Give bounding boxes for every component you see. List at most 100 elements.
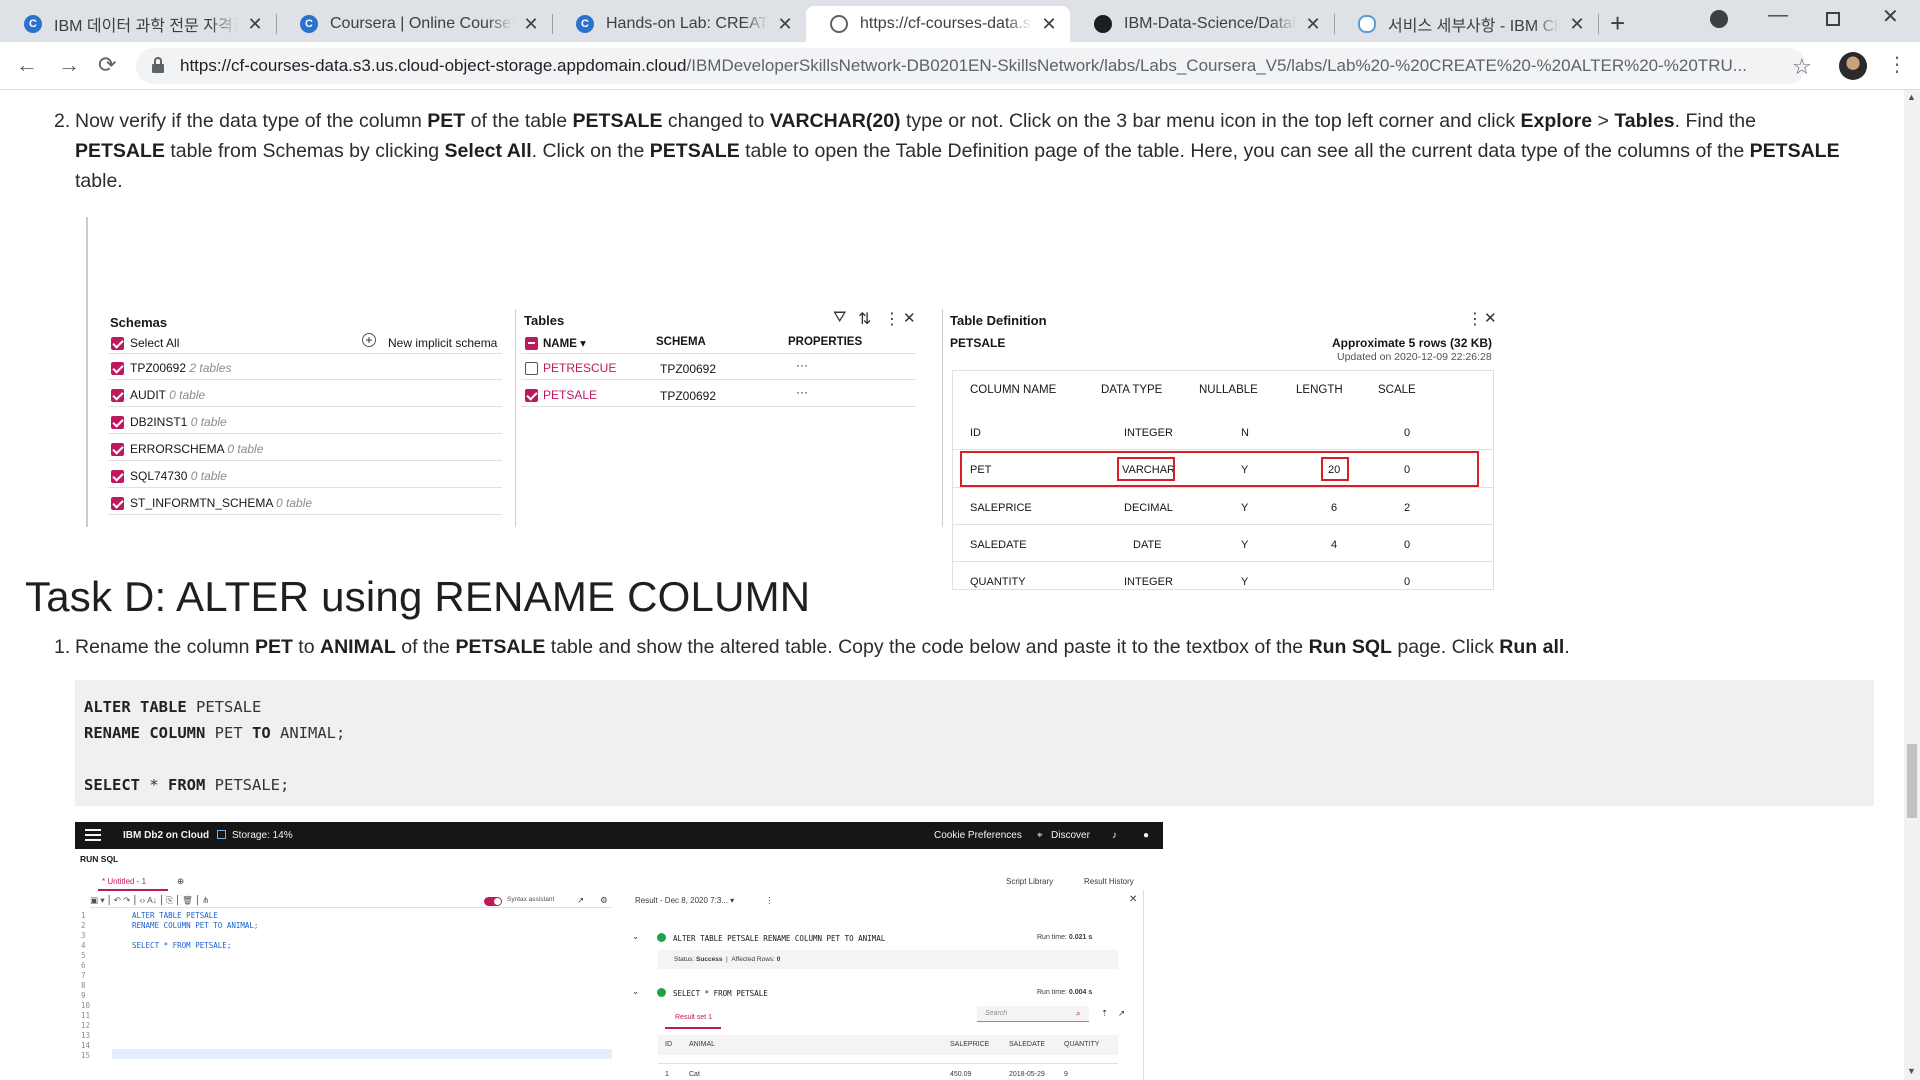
schema-checkbox[interactable] — [111, 443, 124, 456]
add-tab-icon[interactable]: ⊕ — [177, 876, 184, 887]
list-number: 2. — [54, 110, 71, 132]
close-icon[interactable]: ✕ — [903, 309, 916, 327]
new-tab-icon[interactable]: + — [1610, 8, 1625, 39]
schema-checkbox[interactable] — [111, 362, 124, 375]
close-icon[interactable]: ✕ — [1568, 14, 1586, 35]
chevron-down-icon[interactable]: ⌄ — [632, 986, 639, 997]
export-icon[interactable]: ⇡ — [1101, 1008, 1108, 1019]
reload-icon[interactable]: ⟳ — [98, 52, 116, 78]
success-icon — [657, 988, 666, 997]
scrollbar-thumb[interactable] — [1907, 744, 1917, 818]
window-close-icon[interactable]: ✕ — [1882, 4, 1899, 29]
schema-item[interactable]: SQL74730 0 table — [130, 469, 227, 483]
search-icon[interactable]: ⌕ — [1076, 1008, 1081, 1019]
schema-item[interactable]: ERRORSCHEMA 0 table — [130, 442, 263, 456]
close-icon[interactable]: ✕ — [1304, 14, 1322, 35]
col-header-name[interactable]: NAME ▾ — [543, 336, 586, 350]
tables-select-all-checkbox[interactable] — [525, 337, 538, 350]
sort-icon[interactable]: ⇅ — [858, 309, 871, 329]
discover-link[interactable]: Discover — [1051, 830, 1090, 841]
browser-menu-icon[interactable]: ⋮ — [1887, 52, 1907, 77]
schema-item[interactable]: DB2INST1 0 table — [130, 415, 227, 429]
table-link-petrescue[interactable]: PETRESCUE — [543, 361, 616, 375]
minimize-icon[interactable]: — — [1768, 4, 1788, 27]
close-results-icon[interactable]: ✕ — [1129, 894, 1137, 905]
result-col-header: SALEDATE — [1009, 1041, 1046, 1048]
bell-icon[interactable]: ♪ — [1112, 830, 1117, 841]
row-overflow-menu[interactable]: ··· — [796, 358, 808, 372]
lock-icon[interactable] — [152, 57, 164, 73]
schema-item[interactable]: ST_INFORMTN_SCHEMA 0 table — [130, 496, 312, 510]
close-icon[interactable]: ✕ — [246, 14, 264, 35]
result-select[interactable]: Result - Dec 8, 2020 7:3... ▾ — [635, 896, 734, 905]
select-all-checkbox[interactable] — [111, 337, 124, 350]
bookmark-star-icon[interactable]: ☆ — [1792, 54, 1812, 80]
cookie-preferences-link[interactable]: Cookie Preferences — [934, 830, 1022, 841]
editor-tab[interactable]: * Untitled - 1 — [102, 877, 146, 886]
expand-icon[interactable]: ↗ — [1118, 1008, 1125, 1019]
schema-item[interactable]: TPZ00692 2 tables — [130, 361, 231, 375]
brand-name: IBM Db2 on Cloud — [123, 830, 210, 841]
cloud-icon — [1358, 15, 1376, 33]
storage-icon — [217, 830, 226, 839]
tdef-cell: SALEPRICE — [970, 502, 1032, 514]
overflow-menu-icon[interactable]: ⋮ — [884, 309, 900, 329]
avatar[interactable] — [1839, 52, 1867, 80]
back-icon[interactable]: ← — [16, 52, 38, 78]
tdef-cell: Y — [1241, 502, 1249, 514]
row-overflow-menu[interactable]: ··· — [796, 385, 808, 399]
browser-tab-1[interactable]: C IBM 데이터 과학 전문 자격증 ✕ — [0, 6, 276, 42]
schema-checkbox[interactable] — [111, 416, 124, 429]
browser-tab-2[interactable]: C Coursera | Online Courses & Credential… — [276, 6, 552, 42]
scroll-up-icon[interactable]: ▲ — [1907, 92, 1916, 102]
result-history-link[interactable]: Result History — [1084, 877, 1134, 886]
col-header-properties: PROPERTIES — [788, 336, 863, 348]
editor-toolbar[interactable]: ▣ ▾ ⎮ ↶ ↷ ⎮ ‹› A↓ ⎮ ⎘ ⎮ 🗑 ⎮ ⋔ — [90, 895, 209, 906]
forward-icon[interactable]: → — [58, 52, 80, 78]
overflow-menu-icon[interactable]: ⋮ — [1467, 309, 1483, 329]
page-content: 2. Now verify if the data type of the co… — [0, 90, 1904, 1080]
page-scrollbar[interactable]: ▲ ▼ — [1904, 90, 1920, 1080]
restore-icon[interactable] — [1826, 12, 1840, 26]
schema-checkbox[interactable] — [111, 389, 124, 402]
table-row-checkbox[interactable] — [525, 389, 538, 402]
syntax-assistant-toggle[interactable] — [484, 897, 502, 906]
step2-line-2: PETSALE table from Schemas by clicking S… — [75, 140, 1840, 162]
script-library-link[interactable]: Script Library — [1006, 877, 1053, 886]
add-icon[interactable]: + — [362, 333, 376, 347]
schema-checkbox[interactable] — [111, 497, 124, 510]
settings-icon[interactable]: ⚙ — [600, 895, 608, 906]
expand-icon[interactable]: ↗ — [577, 895, 584, 906]
browser-tab-6[interactable]: 서비스 세부사항 - IBM Cloud ✕ — [1334, 6, 1598, 42]
filter-icon[interactable]: ⛛ — [833, 309, 846, 327]
table-link-petsale[interactable]: PETSALE — [543, 388, 597, 402]
close-icon[interactable]: ✕ — [776, 14, 794, 35]
browser-tab-5[interactable]: IBM-Data-Science/Database ✕ — [1070, 6, 1334, 42]
tab-search-icon[interactable] — [1710, 10, 1728, 28]
close-icon[interactable]: ✕ — [1484, 309, 1497, 327]
schema-item[interactable]: AUDIT 0 table — [130, 388, 205, 402]
browser-tab-active[interactable]: https://cf-courses-data.s3.us ✕ — [806, 6, 1070, 42]
active-tab-underline — [98, 889, 168, 891]
github-icon — [1094, 15, 1112, 33]
scroll-down-icon[interactable]: ▼ — [1907, 1066, 1916, 1076]
tdef-cell: 0 — [1404, 576, 1411, 588]
tdef-cell: Y — [1241, 576, 1249, 588]
result-set-tab[interactable]: Result set 1 — [675, 1014, 712, 1021]
browser-tab-3[interactable]: C Hands-on Lab: CREATE, ALTER ✕ — [552, 6, 806, 42]
task-d-heading: Task D: ALTER using RENAME COLUMN — [25, 573, 811, 620]
table-row-checkbox[interactable] — [525, 362, 538, 375]
address-bar[interactable]: https://cf-courses-data.s3.us.cloud-obje… — [136, 48, 1806, 84]
hamburger-menu-icon[interactable] — [85, 829, 101, 841]
url-path: /IBMDeveloperSkillsNetwork-DB0201EN-Skil… — [686, 56, 1747, 75]
chevron-down-icon[interactable]: ⌄ — [632, 931, 639, 942]
tdef-cell: DATE — [1133, 539, 1162, 551]
close-icon[interactable]: ✕ — [522, 14, 540, 35]
user-icon[interactable]: ● — [1143, 830, 1149, 841]
close-icon[interactable]: ✕ — [1040, 14, 1058, 35]
schema-checkbox[interactable] — [111, 470, 124, 483]
new-implicit-schema-button[interactable]: New implicit schema — [388, 336, 497, 350]
code-block[interactable]: ALTER TABLE PETSALE RENAME COLUMN PET TO… — [75, 680, 1874, 806]
overflow-menu-icon[interactable]: ⋮ — [765, 895, 774, 906]
location-pin-icon: ⌖ — [1037, 830, 1043, 841]
